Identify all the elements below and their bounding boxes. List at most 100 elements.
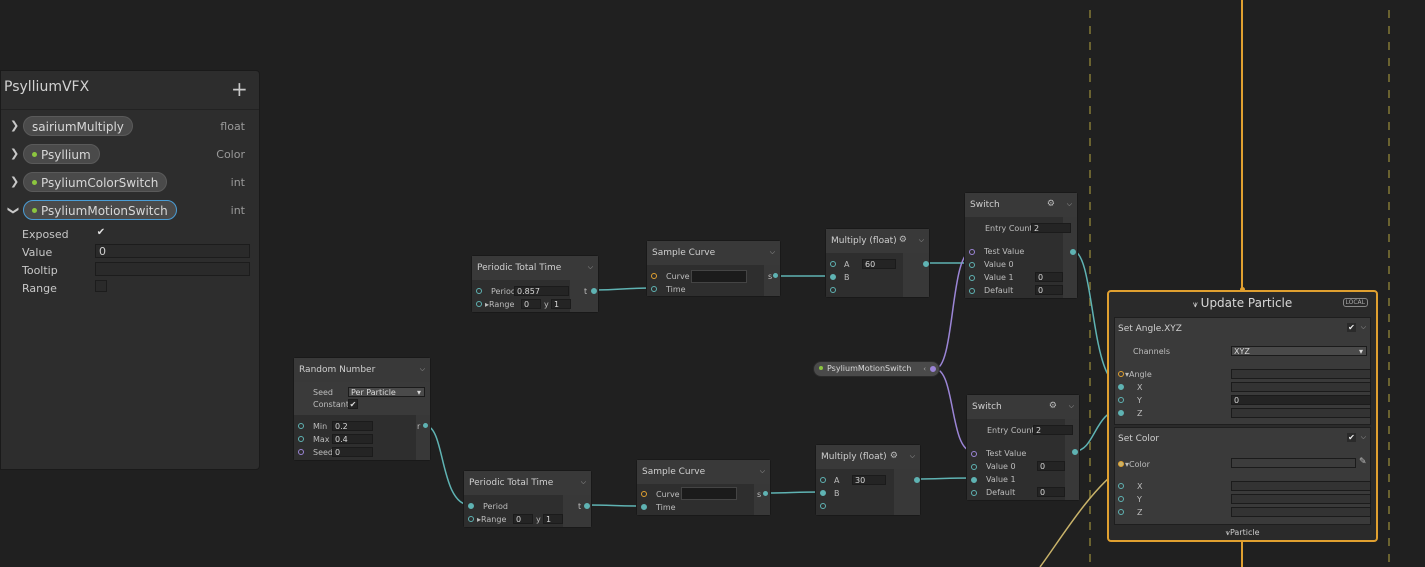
value-field[interactable]: 0 [95, 244, 250, 258]
input-port[interactable] [298, 423, 304, 429]
seed-dropdown[interactable]: Per Particle ▾ [348, 387, 425, 397]
output-port[interactable] [914, 477, 920, 483]
property-row-psyllium[interactable]: ❯ Psyllium Color [1, 142, 259, 168]
input-port[interactable] [298, 449, 304, 455]
collapse-chevron-icon[interactable]: ⌵ [581, 478, 586, 487]
chevron-down-icon[interactable]: ❯ [7, 206, 20, 215]
collapse-chevron-icon[interactable]: ⌵ [760, 467, 765, 476]
output-port[interactable] [584, 503, 590, 509]
eyedropper-icon[interactable]: ✎ [1359, 457, 1367, 467]
constant-checkbox[interactable]: ✔ [348, 399, 358, 409]
periodic-total-time-node[interactable]: Periodic Total Time⌵ Period ▸Range x 0 y… [463, 470, 592, 528]
sample-curve-node[interactable]: Sample Curve ⌵ Curve Time s [636, 459, 771, 516]
input-port[interactable] [1118, 509, 1124, 515]
exposed-checkbox[interactable]: ✔ [95, 227, 107, 239]
collapse-chevron-icon[interactable]: ⌵ [919, 236, 924, 245]
property-row-psyliummotionswitch[interactable]: ❯ PsyliumMotionSwitch int [1, 198, 259, 224]
curve-field[interactable] [681, 487, 737, 500]
z-field[interactable] [1231, 408, 1371, 418]
chevron-right-icon[interactable]: ❯ [10, 119, 19, 132]
input-port[interactable] [468, 503, 474, 509]
a-field[interactable]: 30 [852, 475, 886, 485]
collapse-chevron-icon[interactable]: ⌵ [910, 452, 915, 461]
y-field[interactable]: 0 [1231, 395, 1371, 405]
period-field[interactable]: 0.857 [514, 286, 569, 296]
gear-icon[interactable]: ⚙ [890, 451, 898, 461]
input-port[interactable] [1118, 384, 1124, 390]
x-field[interactable] [1231, 481, 1371, 491]
entry-count-field[interactable]: 2 [1031, 223, 1071, 233]
a-field[interactable]: 60 [862, 259, 896, 269]
input-port[interactable] [830, 287, 836, 293]
tooltip-field[interactable] [95, 262, 250, 276]
input-port[interactable] [820, 503, 826, 509]
property-pill-selected[interactable]: PsyliumMotionSwitch [23, 200, 177, 220]
output-port[interactable] [423, 423, 428, 428]
block-enable-checkbox[interactable]: ✔ [1347, 323, 1356, 332]
flow-input-port[interactable] [1240, 287, 1245, 292]
input-port[interactable] [298, 436, 304, 442]
max-field[interactable]: 0.4 [332, 434, 373, 444]
input-port[interactable] [651, 286, 657, 292]
input-port[interactable] [1118, 371, 1124, 377]
gear-icon[interactable]: ⚙ [1047, 199, 1055, 209]
input-port[interactable] [1118, 461, 1124, 467]
input-port[interactable] [476, 301, 482, 307]
collapse-chevron-icon[interactable]: ⌵ [588, 263, 593, 272]
sample-curve-node[interactable]: Sample Curve ⌵ Curve Time s [646, 240, 781, 297]
input-port[interactable] [969, 249, 975, 255]
output-port[interactable] [923, 261, 929, 267]
property-row-sairiummultiply[interactable]: ❯ sairiumMultiply float [1, 114, 259, 140]
gear-icon[interactable]: ⚙ [899, 235, 907, 245]
multiply-float-node[interactable]: Multiply (float) ⚙ ⌵ A 30 B [815, 444, 921, 516]
x-field[interactable] [1231, 382, 1371, 392]
range-x-field[interactable]: 0 [513, 514, 533, 524]
value0-field[interactable]: 0 [1037, 461, 1065, 471]
value1-field[interactable]: 0 [1035, 272, 1063, 282]
min-field[interactable]: 0.2 [332, 421, 373, 431]
chevron-right-icon[interactable]: ❯ [10, 175, 19, 188]
chevron-right-icon[interactable]: ❯ [10, 147, 19, 160]
set-angle-block[interactable]: Set Angle.XYZ ✔ ⌵ Channels XYZ ▾ ▾Angle X… [1114, 317, 1371, 425]
vfx-graph-canvas[interactable]: PsylliumVFX + ❯ sairiumMultiply float ❯ … [0, 0, 1425, 567]
switch-node[interactable]: Switch ⚙ ⌵ Entry Count 2 Test Value Value … [966, 394, 1080, 501]
channels-dropdown[interactable]: XYZ ▾ [1231, 346, 1367, 356]
input-port[interactable] [1118, 496, 1124, 502]
switch-node[interactable]: Switch ⚙ ⌵ Entry Count 2 Test Value Value … [964, 192, 1078, 299]
collapse-chevron-icon[interactable]: ⌵ [1361, 323, 1366, 332]
default-field[interactable]: 0 [1037, 487, 1065, 497]
input-port[interactable] [830, 261, 836, 267]
input-port[interactable] [971, 477, 977, 483]
range-y-field[interactable]: 1 [551, 299, 571, 309]
block-enable-checkbox[interactable]: ✔ [1347, 433, 1356, 442]
entry-count-field[interactable]: 2 [1033, 425, 1073, 435]
input-port[interactable] [476, 288, 482, 294]
update-particle-context[interactable]: ⩛ Update Particle LOCAL Set Angle.XYZ ✔ … [1107, 290, 1378, 542]
multiply-float-node[interactable]: Multiply (float) ⚙ ⌵ A 60 B [825, 228, 930, 298]
output-port[interactable] [773, 273, 778, 278]
add-property-button[interactable]: + [231, 79, 248, 99]
range-checkbox[interactable] [95, 280, 107, 292]
chevron-left-icon[interactable]: ‹ [923, 362, 926, 376]
property-pill[interactable]: PsyliumColorSwitch [23, 172, 168, 192]
range-x-field[interactable]: 0 [521, 299, 541, 309]
input-port[interactable] [1118, 483, 1124, 489]
input-port[interactable] [651, 273, 657, 279]
z-field[interactable] [1231, 507, 1371, 517]
input-port[interactable] [1118, 397, 1124, 403]
parameter-node[interactable]: PsyliumMotionSwitch ‹ [813, 361, 940, 377]
set-color-block[interactable]: Set Color ✔ ⌵ ▾Color ✎ X Y Z [1114, 427, 1371, 525]
local-space-badge[interactable]: LOCAL [1342, 298, 1368, 307]
input-port[interactable] [969, 275, 975, 281]
output-port[interactable] [1072, 449, 1078, 455]
color-field[interactable] [1231, 458, 1356, 468]
input-port[interactable] [820, 477, 826, 483]
default-field[interactable]: 0 [1035, 285, 1063, 295]
seed-input-field[interactable]: 0 [332, 447, 373, 457]
range-y-field[interactable]: 1 [543, 514, 563, 524]
property-pill[interactable]: sairiumMultiply [23, 116, 133, 136]
input-port[interactable] [971, 451, 977, 457]
gear-icon[interactable]: ⚙ [1049, 401, 1057, 411]
input-port[interactable] [820, 490, 826, 496]
y-field[interactable] [1231, 494, 1371, 504]
